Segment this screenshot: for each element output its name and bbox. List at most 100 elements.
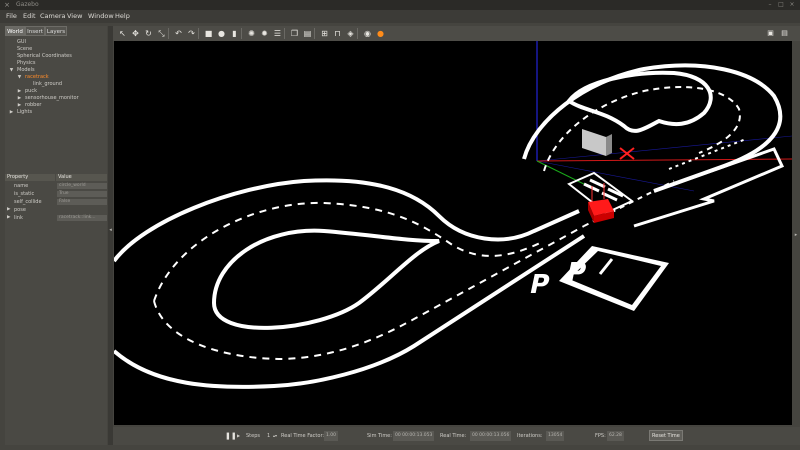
toolbar-separator: [357, 28, 358, 39]
tree-item[interactable]: GUI: [17, 39, 26, 46]
expand-down-icon[interactable]: ▼: [17, 74, 22, 81]
reset-time-button[interactable]: Reset Time: [649, 430, 683, 441]
scene-render: P P: [114, 41, 792, 389]
property-row[interactable]: self_collide False: [5, 198, 107, 206]
goal-marker: [619, 147, 635, 160]
expand-right-icon[interactable]: ▶: [17, 88, 22, 95]
track-inner-island-right: [566, 70, 713, 133]
align-icon[interactable]: ⊞: [319, 28, 330, 39]
redo-icon[interactable]: ↷: [186, 28, 197, 39]
property-row[interactable]: name circle_world: [5, 182, 107, 190]
maximize-button[interactable]: □: [777, 1, 785, 9]
expand-down-icon[interactable]: ▼: [9, 67, 14, 74]
select-arrow-icon[interactable]: ↖: [117, 28, 128, 39]
camera-icon[interactable]: ▣: [765, 28, 776, 39]
property-value[interactable]: racetrack::link...: [57, 215, 107, 221]
collapse-right-icon[interactable]: ▸: [793, 231, 799, 239]
menu-help[interactable]: Help: [115, 10, 130, 23]
fullscreen-icon[interactable]: ▤: [779, 28, 790, 39]
parking-letter-p1: P: [527, 270, 552, 300]
iterations-label: Iterations:: [517, 433, 543, 439]
tree-item[interactable]: Spherical Coordinates: [17, 53, 72, 60]
property-panel: Property Value name circle_world is_static…: [5, 174, 107, 254]
sim-time-label: Sim Time:: [367, 433, 392, 439]
expand-right-icon[interactable]: ▶: [7, 206, 10, 214]
3d-viewport[interactable]: P P: [114, 41, 792, 425]
expand-right-icon[interactable]: ▶: [17, 95, 22, 102]
translate-icon[interactable]: ✥: [130, 28, 141, 39]
pause-button[interactable]: ❚❚: [225, 431, 237, 441]
property-row[interactable]: ▶ link racetrack::link...: [5, 214, 107, 222]
expand-right-icon[interactable]: ▶: [17, 102, 22, 109]
tree-item[interactable]: racetrack: [25, 74, 49, 81]
real-time-factor-label: Real Time Factor:: [281, 433, 325, 439]
value-header: Value: [56, 174, 107, 181]
property-value[interactable]: True: [57, 191, 107, 197]
menu-camera[interactable]: Camera: [40, 10, 66, 23]
toolbar-separator: [198, 28, 199, 39]
checkpoint-barrier: [582, 129, 606, 156]
straight-side-dashes: [668, 138, 747, 170]
real-time-factor-value: 1.00: [324, 431, 339, 441]
status-bar: ❚❚ ▶ Steps 1 ▴▾ Real Time Factor: 1.00 S…: [113, 427, 800, 445]
box-icon[interactable]: ■: [203, 28, 214, 39]
menu-file[interactable]: File: [6, 10, 17, 23]
property-row[interactable]: is_static True: [5, 190, 107, 198]
snap-icon[interactable]: ⊓: [332, 28, 343, 39]
world-tree: GUI Scene Spherical Coordinates Physics ▼ Mod…: [5, 37, 107, 197]
point-light-icon[interactable]: ✺: [246, 28, 257, 39]
tab-world[interactable]: World: [5, 26, 25, 36]
tree-item[interactable]: sensorhouse_monitor: [25, 95, 79, 102]
menu-bar: File Edit Camera View Window Help: [0, 10, 800, 23]
undo-icon[interactable]: ↶: [173, 28, 184, 39]
menu-window[interactable]: Window: [88, 10, 114, 23]
tree-item[interactable]: Scene: [17, 46, 32, 53]
steps-stepper-icon[interactable]: ▴▾: [273, 431, 277, 441]
panel-splitter[interactable]: ◂: [108, 26, 113, 445]
minimize-button[interactable]: –: [766, 1, 774, 9]
record-icon[interactable]: ●: [375, 28, 386, 39]
tree-item[interactable]: robber: [25, 102, 41, 109]
close-button[interactable]: ×: [788, 1, 796, 9]
expand-right-icon[interactable]: ▶: [7, 214, 10, 222]
tab-layers[interactable]: Layers: [45, 26, 67, 36]
menu-view[interactable]: View: [67, 10, 82, 23]
toolbar-separator: [314, 28, 315, 39]
track-inner-island-left: [211, 228, 440, 330]
tree-item[interactable]: Physics: [17, 60, 36, 67]
fps-label: FPS:: [595, 433, 606, 439]
step-icon[interactable]: ▶: [237, 431, 240, 441]
copy-icon[interactable]: ❐: [289, 28, 300, 39]
tree-item[interactable]: Lights: [17, 109, 32, 116]
screenshot-icon[interactable]: ◉: [362, 28, 373, 39]
toolbar-separator: [284, 28, 285, 39]
scale-icon[interactable]: ⤡: [156, 28, 167, 39]
steps-value[interactable]: 1: [267, 431, 270, 441]
track-outer-edge-bottom: [114, 234, 586, 389]
sphere-icon[interactable]: ●: [216, 28, 227, 39]
rotate-icon[interactable]: ↻: [143, 28, 154, 39]
window-close-icon[interactable]: ×: [3, 1, 11, 9]
directional-light-icon[interactable]: ☰: [272, 28, 283, 39]
left-panel: World Insert Layers GUI Scene Spherical Co…: [5, 26, 107, 445]
tree-item[interactable]: puck: [25, 88, 37, 95]
property-header: Property: [5, 174, 55, 181]
paste-icon[interactable]: ▤: [302, 28, 313, 39]
expand-right-icon[interactable]: ▶: [9, 109, 14, 116]
menu-edit[interactable]: Edit: [23, 10, 36, 23]
change-view-icon[interactable]: ◈: [345, 28, 356, 39]
title-bar: × Gazebo – □ ×: [0, 0, 800, 10]
property-row[interactable]: ▶ pose: [5, 206, 107, 214]
window-title: Gazebo: [16, 1, 39, 8]
toolbar-separator: [168, 28, 169, 39]
tree-item[interactable]: link_ground: [33, 81, 62, 88]
spot-light-icon[interactable]: ✹: [259, 28, 270, 39]
real-time-label: Real Time:: [440, 433, 467, 439]
property-value[interactable]: False: [57, 199, 107, 205]
tree-item[interactable]: Models: [17, 67, 35, 74]
property-value[interactable]: circle_world: [57, 183, 107, 189]
cylinder-icon[interactable]: ▮: [229, 28, 240, 39]
tab-insert[interactable]: Insert: [25, 26, 45, 36]
crosswalk-stripe: [589, 178, 606, 189]
collapse-left-icon[interactable]: ◂: [108, 226, 113, 234]
